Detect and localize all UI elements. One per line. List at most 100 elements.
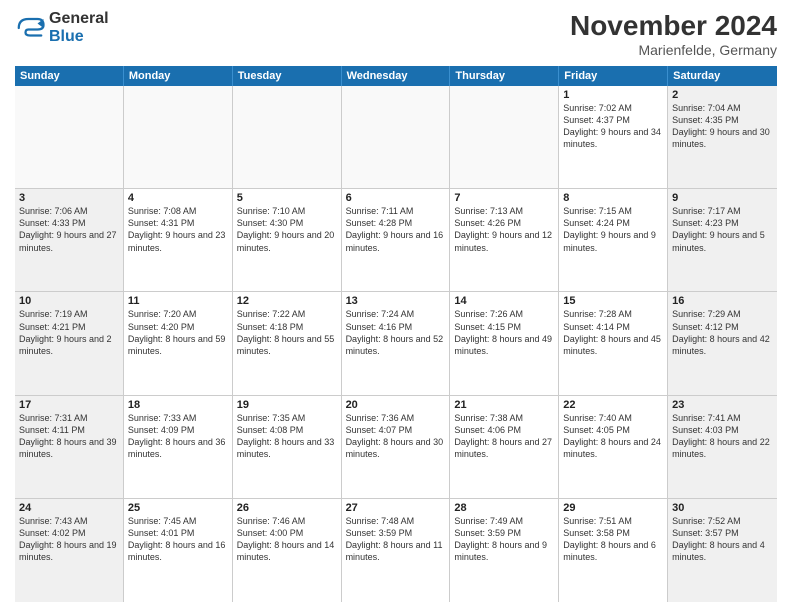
calendar-cell: 21Sunrise: 7:38 AMSunset: 4:06 PMDayligh… — [450, 396, 559, 498]
day-number: 4 — [128, 192, 228, 204]
calendar-cell: 30Sunrise: 7:52 AMSunset: 3:57 PMDayligh… — [668, 499, 777, 602]
calendar-cell: 25Sunrise: 7:45 AMSunset: 4:01 PMDayligh… — [124, 499, 233, 602]
calendar-cell: 13Sunrise: 7:24 AMSunset: 4:16 PMDayligh… — [342, 292, 451, 394]
day-number: 21 — [454, 399, 554, 411]
logo-blue-text: Blue — [49, 28, 109, 46]
calendar-cell: 26Sunrise: 7:46 AMSunset: 4:00 PMDayligh… — [233, 499, 342, 602]
day-info: Sunrise: 7:26 AMSunset: 4:15 PMDaylight:… — [454, 308, 554, 357]
calendar-cell: 28Sunrise: 7:49 AMSunset: 3:59 PMDayligh… — [450, 499, 559, 602]
day-info: Sunrise: 7:24 AMSunset: 4:16 PMDaylight:… — [346, 308, 446, 357]
calendar-cell: 3Sunrise: 7:06 AMSunset: 4:33 PMDaylight… — [15, 189, 124, 291]
calendar-week-2: 3Sunrise: 7:06 AMSunset: 4:33 PMDaylight… — [15, 189, 777, 292]
day-number: 14 — [454, 295, 554, 307]
day-info: Sunrise: 7:15 AMSunset: 4:24 PMDaylight:… — [563, 205, 663, 254]
calendar-cell: 17Sunrise: 7:31 AMSunset: 4:11 PMDayligh… — [15, 396, 124, 498]
calendar: SundayMondayTuesdayWednesdayThursdayFrid… — [15, 66, 777, 602]
location: Marienfelde, Germany — [570, 42, 777, 58]
day-info: Sunrise: 7:08 AMSunset: 4:31 PMDaylight:… — [128, 205, 228, 254]
day-number: 12 — [237, 295, 337, 307]
day-info: Sunrise: 7:36 AMSunset: 4:07 PMDaylight:… — [346, 412, 446, 461]
day-number: 18 — [128, 399, 228, 411]
calendar-cell — [450, 86, 559, 188]
calendar-cell: 10Sunrise: 7:19 AMSunset: 4:21 PMDayligh… — [15, 292, 124, 394]
calendar-week-4: 17Sunrise: 7:31 AMSunset: 4:11 PMDayligh… — [15, 396, 777, 499]
day-number: 22 — [563, 399, 663, 411]
calendar-cell: 20Sunrise: 7:36 AMSunset: 4:07 PMDayligh… — [342, 396, 451, 498]
calendar-header-monday: Monday — [124, 66, 233, 86]
day-number: 27 — [346, 502, 446, 514]
day-info: Sunrise: 7:11 AMSunset: 4:28 PMDaylight:… — [346, 205, 446, 254]
calendar-cell: 29Sunrise: 7:51 AMSunset: 3:58 PMDayligh… — [559, 499, 668, 602]
calendar-header: SundayMondayTuesdayWednesdayThursdayFrid… — [15, 66, 777, 86]
calendar-week-1: 1Sunrise: 7:02 AMSunset: 4:37 PMDaylight… — [15, 86, 777, 189]
calendar-cell: 22Sunrise: 7:40 AMSunset: 4:05 PMDayligh… — [559, 396, 668, 498]
calendar-cell — [15, 86, 124, 188]
calendar-cell — [233, 86, 342, 188]
day-number: 26 — [237, 502, 337, 514]
calendar-cell: 8Sunrise: 7:15 AMSunset: 4:24 PMDaylight… — [559, 189, 668, 291]
day-info: Sunrise: 7:10 AMSunset: 4:30 PMDaylight:… — [237, 205, 337, 254]
day-info: Sunrise: 7:40 AMSunset: 4:05 PMDaylight:… — [563, 412, 663, 461]
calendar-cell: 18Sunrise: 7:33 AMSunset: 4:09 PMDayligh… — [124, 396, 233, 498]
day-number: 20 — [346, 399, 446, 411]
day-number: 3 — [19, 192, 119, 204]
calendar-header-saturday: Saturday — [668, 66, 777, 86]
day-info: Sunrise: 7:43 AMSunset: 4:02 PMDaylight:… — [19, 515, 119, 564]
day-info: Sunrise: 7:38 AMSunset: 4:06 PMDaylight:… — [454, 412, 554, 461]
day-info: Sunrise: 7:17 AMSunset: 4:23 PMDaylight:… — [672, 205, 773, 254]
calendar-cell: 2Sunrise: 7:04 AMSunset: 4:35 PMDaylight… — [668, 86, 777, 188]
calendar-week-5: 24Sunrise: 7:43 AMSunset: 4:02 PMDayligh… — [15, 499, 777, 602]
day-info: Sunrise: 7:52 AMSunset: 3:57 PMDaylight:… — [672, 515, 773, 564]
day-info: Sunrise: 7:29 AMSunset: 4:12 PMDaylight:… — [672, 308, 773, 357]
calendar-cell: 11Sunrise: 7:20 AMSunset: 4:20 PMDayligh… — [124, 292, 233, 394]
calendar-cell: 14Sunrise: 7:26 AMSunset: 4:15 PMDayligh… — [450, 292, 559, 394]
day-number: 17 — [19, 399, 119, 411]
day-number: 5 — [237, 192, 337, 204]
calendar-cell: 4Sunrise: 7:08 AMSunset: 4:31 PMDaylight… — [124, 189, 233, 291]
calendar-header-thursday: Thursday — [450, 66, 559, 86]
day-number: 6 — [346, 192, 446, 204]
day-info: Sunrise: 7:02 AMSunset: 4:37 PMDaylight:… — [563, 102, 663, 151]
day-info: Sunrise: 7:48 AMSunset: 3:59 PMDaylight:… — [346, 515, 446, 564]
day-info: Sunrise: 7:31 AMSunset: 4:11 PMDaylight:… — [19, 412, 119, 461]
day-number: 15 — [563, 295, 663, 307]
month-title: November 2024 — [570, 10, 777, 42]
calendar-cell: 1Sunrise: 7:02 AMSunset: 4:37 PMDaylight… — [559, 86, 668, 188]
day-number: 2 — [672, 89, 773, 101]
calendar-body: 1Sunrise: 7:02 AMSunset: 4:37 PMDaylight… — [15, 86, 777, 602]
day-number: 11 — [128, 295, 228, 307]
day-info: Sunrise: 7:13 AMSunset: 4:26 PMDaylight:… — [454, 205, 554, 254]
calendar-cell: 19Sunrise: 7:35 AMSunset: 4:08 PMDayligh… — [233, 396, 342, 498]
day-info: Sunrise: 7:35 AMSunset: 4:08 PMDaylight:… — [237, 412, 337, 461]
day-info: Sunrise: 7:33 AMSunset: 4:09 PMDaylight:… — [128, 412, 228, 461]
day-info: Sunrise: 7:45 AMSunset: 4:01 PMDaylight:… — [128, 515, 228, 564]
day-number: 10 — [19, 295, 119, 307]
calendar-cell — [342, 86, 451, 188]
calendar-cell — [124, 86, 233, 188]
day-number: 16 — [672, 295, 773, 307]
logo-icon — [15, 13, 45, 43]
calendar-cell: 27Sunrise: 7:48 AMSunset: 3:59 PMDayligh… — [342, 499, 451, 602]
day-info: Sunrise: 7:06 AMSunset: 4:33 PMDaylight:… — [19, 205, 119, 254]
day-info: Sunrise: 7:49 AMSunset: 3:59 PMDaylight:… — [454, 515, 554, 564]
calendar-cell: 24Sunrise: 7:43 AMSunset: 4:02 PMDayligh… — [15, 499, 124, 602]
calendar-header-wednesday: Wednesday — [342, 66, 451, 86]
day-info: Sunrise: 7:41 AMSunset: 4:03 PMDaylight:… — [672, 412, 773, 461]
day-number: 28 — [454, 502, 554, 514]
day-number: 7 — [454, 192, 554, 204]
calendar-week-3: 10Sunrise: 7:19 AMSunset: 4:21 PMDayligh… — [15, 292, 777, 395]
day-number: 1 — [563, 89, 663, 101]
day-number: 29 — [563, 502, 663, 514]
calendar-cell: 5Sunrise: 7:10 AMSunset: 4:30 PMDaylight… — [233, 189, 342, 291]
calendar-header-tuesday: Tuesday — [233, 66, 342, 86]
day-info: Sunrise: 7:20 AMSunset: 4:20 PMDaylight:… — [128, 308, 228, 357]
day-number: 30 — [672, 502, 773, 514]
day-info: Sunrise: 7:22 AMSunset: 4:18 PMDaylight:… — [237, 308, 337, 357]
calendar-cell: 23Sunrise: 7:41 AMSunset: 4:03 PMDayligh… — [668, 396, 777, 498]
calendar-cell: 16Sunrise: 7:29 AMSunset: 4:12 PMDayligh… — [668, 292, 777, 394]
day-info: Sunrise: 7:19 AMSunset: 4:21 PMDaylight:… — [19, 308, 119, 357]
title-block: November 2024 Marienfelde, Germany — [570, 10, 777, 58]
calendar-header-sunday: Sunday — [15, 66, 124, 86]
calendar-header-friday: Friday — [559, 66, 668, 86]
day-number: 8 — [563, 192, 663, 204]
